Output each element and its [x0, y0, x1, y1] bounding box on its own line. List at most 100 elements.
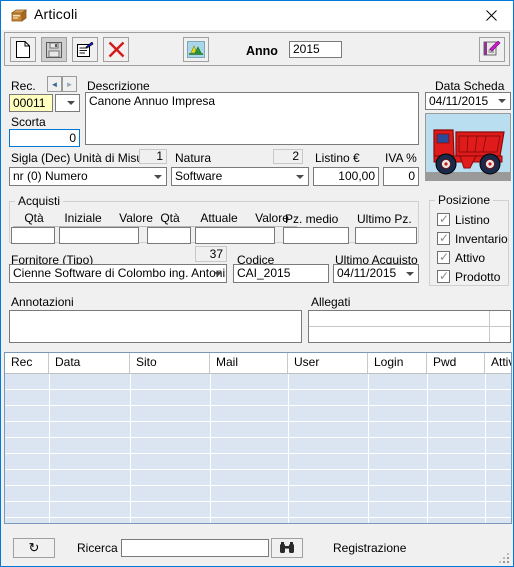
- records-grid[interactable]: Rec Data Sito Mail User Login Pwd Attiv: [4, 352, 512, 524]
- rec-dropdown[interactable]: [55, 94, 80, 112]
- checkbox-listino[interactable]: ✓: [437, 213, 450, 226]
- checkbox-prodotto-label: Prodotto: [455, 270, 501, 284]
- attuale-qta-field[interactable]: [147, 227, 191, 244]
- check-icon: ✓: [439, 269, 450, 283]
- grid-header: Rec Data Sito Mail User Login Pwd Attiv: [5, 353, 511, 374]
- statistics-icon: [187, 41, 205, 58]
- table-row[interactable]: [5, 470, 511, 486]
- data-scheda-field[interactable]: 04/11/2015: [425, 92, 511, 110]
- ricerca-label: Ricerca: [77, 541, 118, 555]
- save-record-button[interactable]: [41, 37, 67, 62]
- column-header-rec[interactable]: Rec: [5, 353, 49, 373]
- refresh-icon: ↻: [28, 540, 40, 555]
- chevron-down-icon: [67, 101, 75, 105]
- listino-field[interactable]: 100,00: [313, 167, 379, 186]
- checkbox-prodotto[interactable]: ✓: [437, 270, 450, 283]
- acquisti-group-label: Acquisti: [15, 194, 64, 208]
- unita-misura-value: nr (0) Numero: [13, 169, 88, 183]
- checkbox-inventario-label: Inventario: [455, 232, 508, 246]
- data-scheda-label: Data Scheda: [435, 79, 505, 93]
- anno-input[interactable]: 2015: [289, 41, 342, 58]
- table-row[interactable]: [5, 406, 511, 422]
- fornitore-select[interactable]: Cienne Software di Colombo ing. Antonino: [9, 264, 227, 283]
- column-header-pwd[interactable]: Pwd: [427, 353, 485, 373]
- window-title: Articoli: [34, 6, 78, 22]
- descrizione-field[interactable]: Canone Annuo Impresa: [85, 92, 419, 145]
- edit-note-button[interactable]: [479, 37, 505, 62]
- natura-index: 2: [273, 149, 303, 164]
- fornitore-index: 37: [195, 246, 227, 262]
- data-scheda-value: 04/11/2015: [429, 94, 489, 108]
- table-row[interactable]: [5, 374, 511, 390]
- chevron-down-icon: [498, 99, 506, 103]
- natura-select[interactable]: Software: [171, 167, 309, 186]
- checkbox-attivo-label: Attivo: [455, 251, 486, 265]
- unita-misura-select[interactable]: nr (0) Numero: [9, 167, 167, 186]
- table-row[interactable]: [5, 422, 511, 438]
- delete-x-icon: [108, 41, 124, 58]
- table-row[interactable]: [5, 454, 511, 470]
- new-record-button[interactable]: [10, 37, 36, 62]
- iva-field[interactable]: 0: [383, 167, 419, 186]
- status-text: Registrazione: [333, 541, 407, 555]
- table-row[interactable]: [5, 502, 511, 518]
- sigla-index: 1: [139, 149, 167, 164]
- attuale-valore-field[interactable]: [195, 227, 275, 244]
- ultimo-pz-field[interactable]: [355, 227, 417, 244]
- annotazioni-field[interactable]: [9, 310, 302, 343]
- check-icon: ✓: [439, 231, 450, 245]
- allegati-row-divider: [309, 326, 510, 327]
- check-icon: ✓: [439, 212, 450, 226]
- allegati-label: Allegati: [311, 295, 351, 309]
- table-row[interactable]: [5, 438, 511, 454]
- column-header-attivo[interactable]: Attiv: [485, 353, 511, 373]
- iva-label: IVA %: [385, 151, 417, 165]
- grid-col-divider: [485, 374, 486, 523]
- grid-col-divider: [368, 374, 369, 523]
- ultimo-acquisto-field[interactable]: 04/11/2015: [333, 264, 419, 283]
- ultimo-acquisto-value: 04/11/2015: [337, 266, 397, 280]
- resize-grip[interactable]: [498, 552, 510, 564]
- scorta-field[interactable]: 0: [9, 129, 80, 147]
- refresh-button[interactable]: ↻: [13, 538, 55, 558]
- save-floppy-icon: [46, 41, 62, 58]
- prev-record-button[interactable]: ◄: [47, 76, 62, 92]
- attuale-title: Attuale: [191, 211, 247, 227]
- close-button[interactable]: [469, 1, 513, 30]
- checkbox-attivo[interactable]: ✓: [437, 251, 450, 264]
- chevron-down-icon: [296, 174, 304, 179]
- column-header-sito[interactable]: Sito: [130, 353, 210, 373]
- anno-label: Anno: [246, 44, 278, 58]
- attuale-qta-label: Qtà: [149, 211, 191, 227]
- checkbox-inventario[interactable]: ✓: [437, 232, 450, 245]
- table-row[interactable]: [5, 390, 511, 406]
- chart-button[interactable]: [183, 37, 209, 62]
- search-button[interactable]: [271, 538, 303, 558]
- codice-field[interactable]: CAI_2015: [233, 264, 329, 283]
- pz-medio-field[interactable]: [283, 227, 349, 244]
- ultimo-pz-label: Ultimo Pz.: [357, 212, 412, 226]
- column-header-mail[interactable]: Mail: [210, 353, 288, 373]
- next-record-button[interactable]: ►: [62, 76, 77, 92]
- properties-button[interactable]: [72, 37, 98, 62]
- column-header-login[interactable]: Login: [368, 353, 427, 373]
- delete-record-button[interactable]: [103, 37, 129, 62]
- iniziale-valore-field[interactable]: [59, 227, 139, 244]
- iniziale-qta-field[interactable]: [11, 227, 55, 244]
- table-row[interactable]: [5, 486, 511, 502]
- table-row[interactable]: [5, 518, 511, 523]
- allegati-grid[interactable]: [308, 310, 511, 343]
- dump-truck-image[interactable]: [425, 113, 511, 181]
- annotazioni-label: Annotazioni: [11, 295, 74, 309]
- rec-number-field[interactable]: 00011: [9, 94, 53, 112]
- title-bar: Articoli: [1, 1, 513, 30]
- natura-label: Natura: [175, 151, 212, 165]
- binoculars-icon: [280, 542, 294, 553]
- column-header-user[interactable]: User: [288, 353, 368, 373]
- chevron-down-icon: [154, 174, 162, 179]
- column-header-data[interactable]: Data: [49, 353, 130, 373]
- descrizione-label: Descrizione: [87, 79, 150, 93]
- pz-medio-label: Pz. medio: [285, 212, 339, 226]
- search-input[interactable]: [121, 539, 269, 557]
- sigla-label: Sigla (Dec) Unità di Misura: [11, 151, 154, 165]
